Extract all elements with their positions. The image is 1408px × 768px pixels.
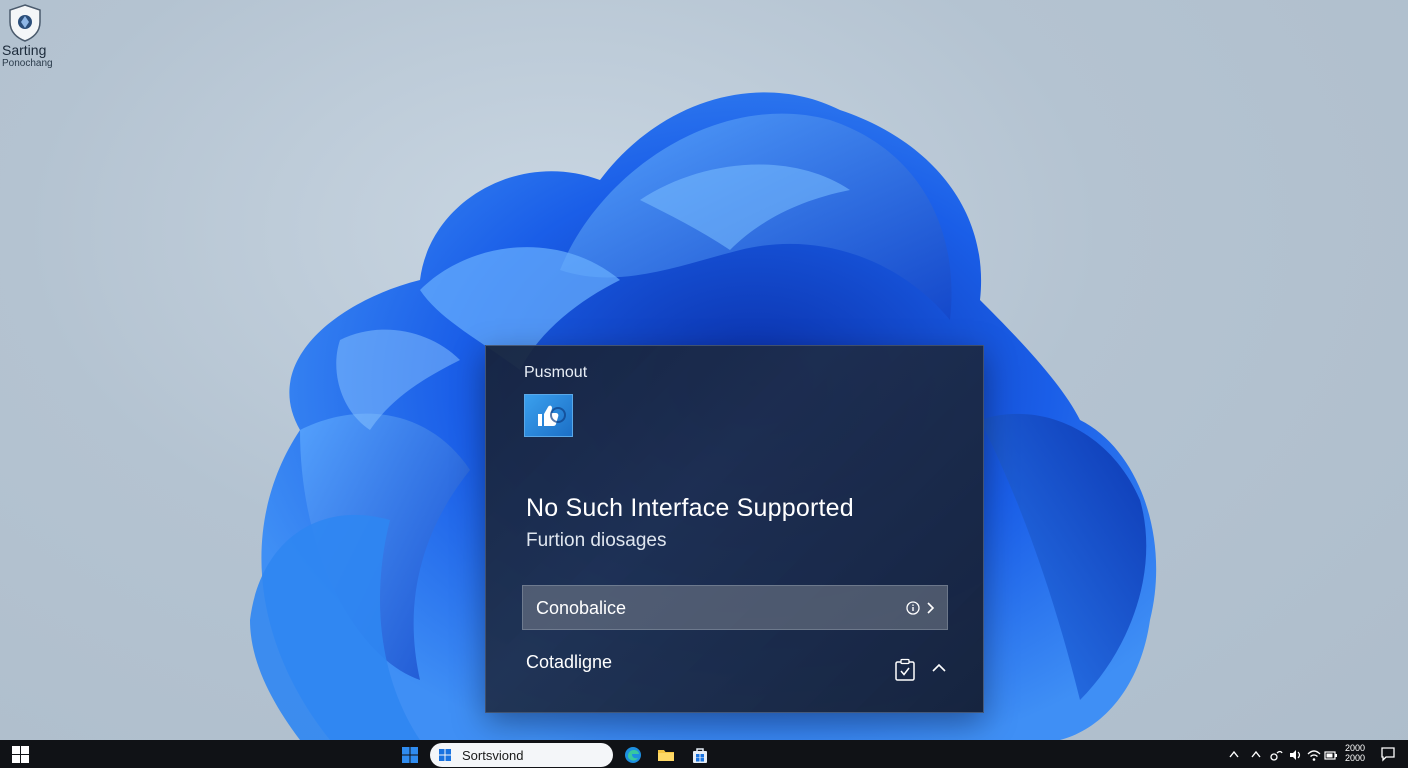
error-headline: No Such Interface Supported [526,494,854,522]
clipboard-check-icon[interactable] [894,658,916,682]
clock-time: 2000 [1344,743,1366,753]
app-name: Pusmout [524,364,588,381]
info-circle-icon[interactable] [906,601,920,615]
shield-icon [9,4,41,42]
desktop: Sarting Ponochang Pusmout No Such Interf… [0,0,1408,740]
edge-browser-icon[interactable] [624,746,642,764]
wifi-icon[interactable] [1306,747,1322,763]
chevron-up-icon[interactable] [931,662,947,674]
footer-label: Cotadligne [526,652,613,672]
app-logo [524,394,573,437]
chevron-up-tray-icon[interactable] [1228,747,1240,763]
notification-icon[interactable] [1380,746,1396,762]
file-explorer-icon[interactable] [657,746,675,764]
error-dialog: Pusmout No Such Interface Supported Furt… [485,345,984,713]
chevron-right-icon[interactable] [926,601,936,615]
desktop-shortcut-title: Sarting [2,42,47,58]
taskbar-clock[interactable]: 2000 2000 [1342,743,1368,763]
start-windows-icon[interactable] [12,746,29,763]
windows-logo-icon[interactable] [402,747,418,763]
search-windows-icon [439,749,451,761]
desktop-shortcut[interactable]: Sarting Ponochang [2,4,62,70]
show-hidden-icon[interactable] [1250,747,1262,763]
taskbar-search-box[interactable]: Sortsviond [430,743,613,767]
battery-icon[interactable] [1324,747,1338,763]
search-text: Sortsviond [462,748,524,763]
network-icon[interactable] [1268,747,1284,763]
clock-date: 2000 [1344,753,1366,763]
option-row[interactable]: Conobalice [522,585,948,630]
thumbs-up-icon [538,405,566,426]
error-subline: Furtion diosages [526,530,667,551]
store-bag-icon[interactable] [691,746,709,764]
option-label: Conobalice [536,598,627,618]
volume-icon[interactable] [1288,747,1302,763]
desktop-shortcut-subtitle: Ponochang [2,58,53,69]
taskbar: Sortsviond 2000 2000 [0,740,1408,768]
